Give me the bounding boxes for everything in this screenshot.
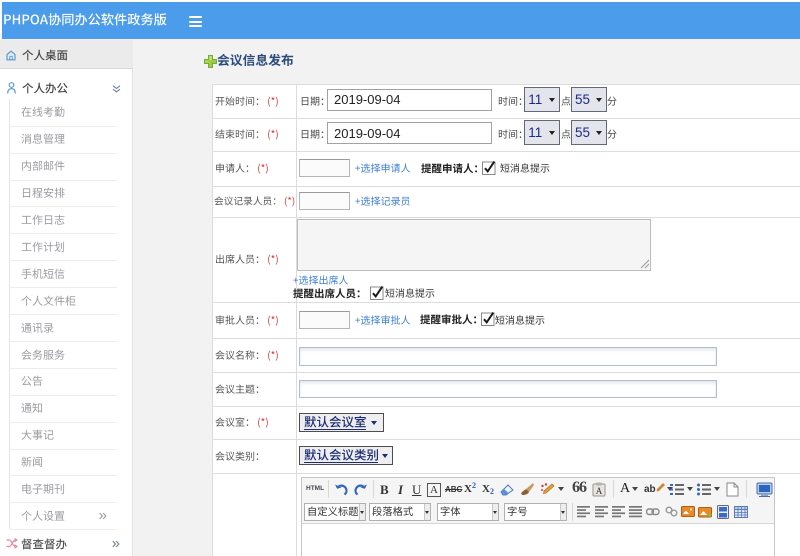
svg-text:A: A — [596, 486, 603, 496]
